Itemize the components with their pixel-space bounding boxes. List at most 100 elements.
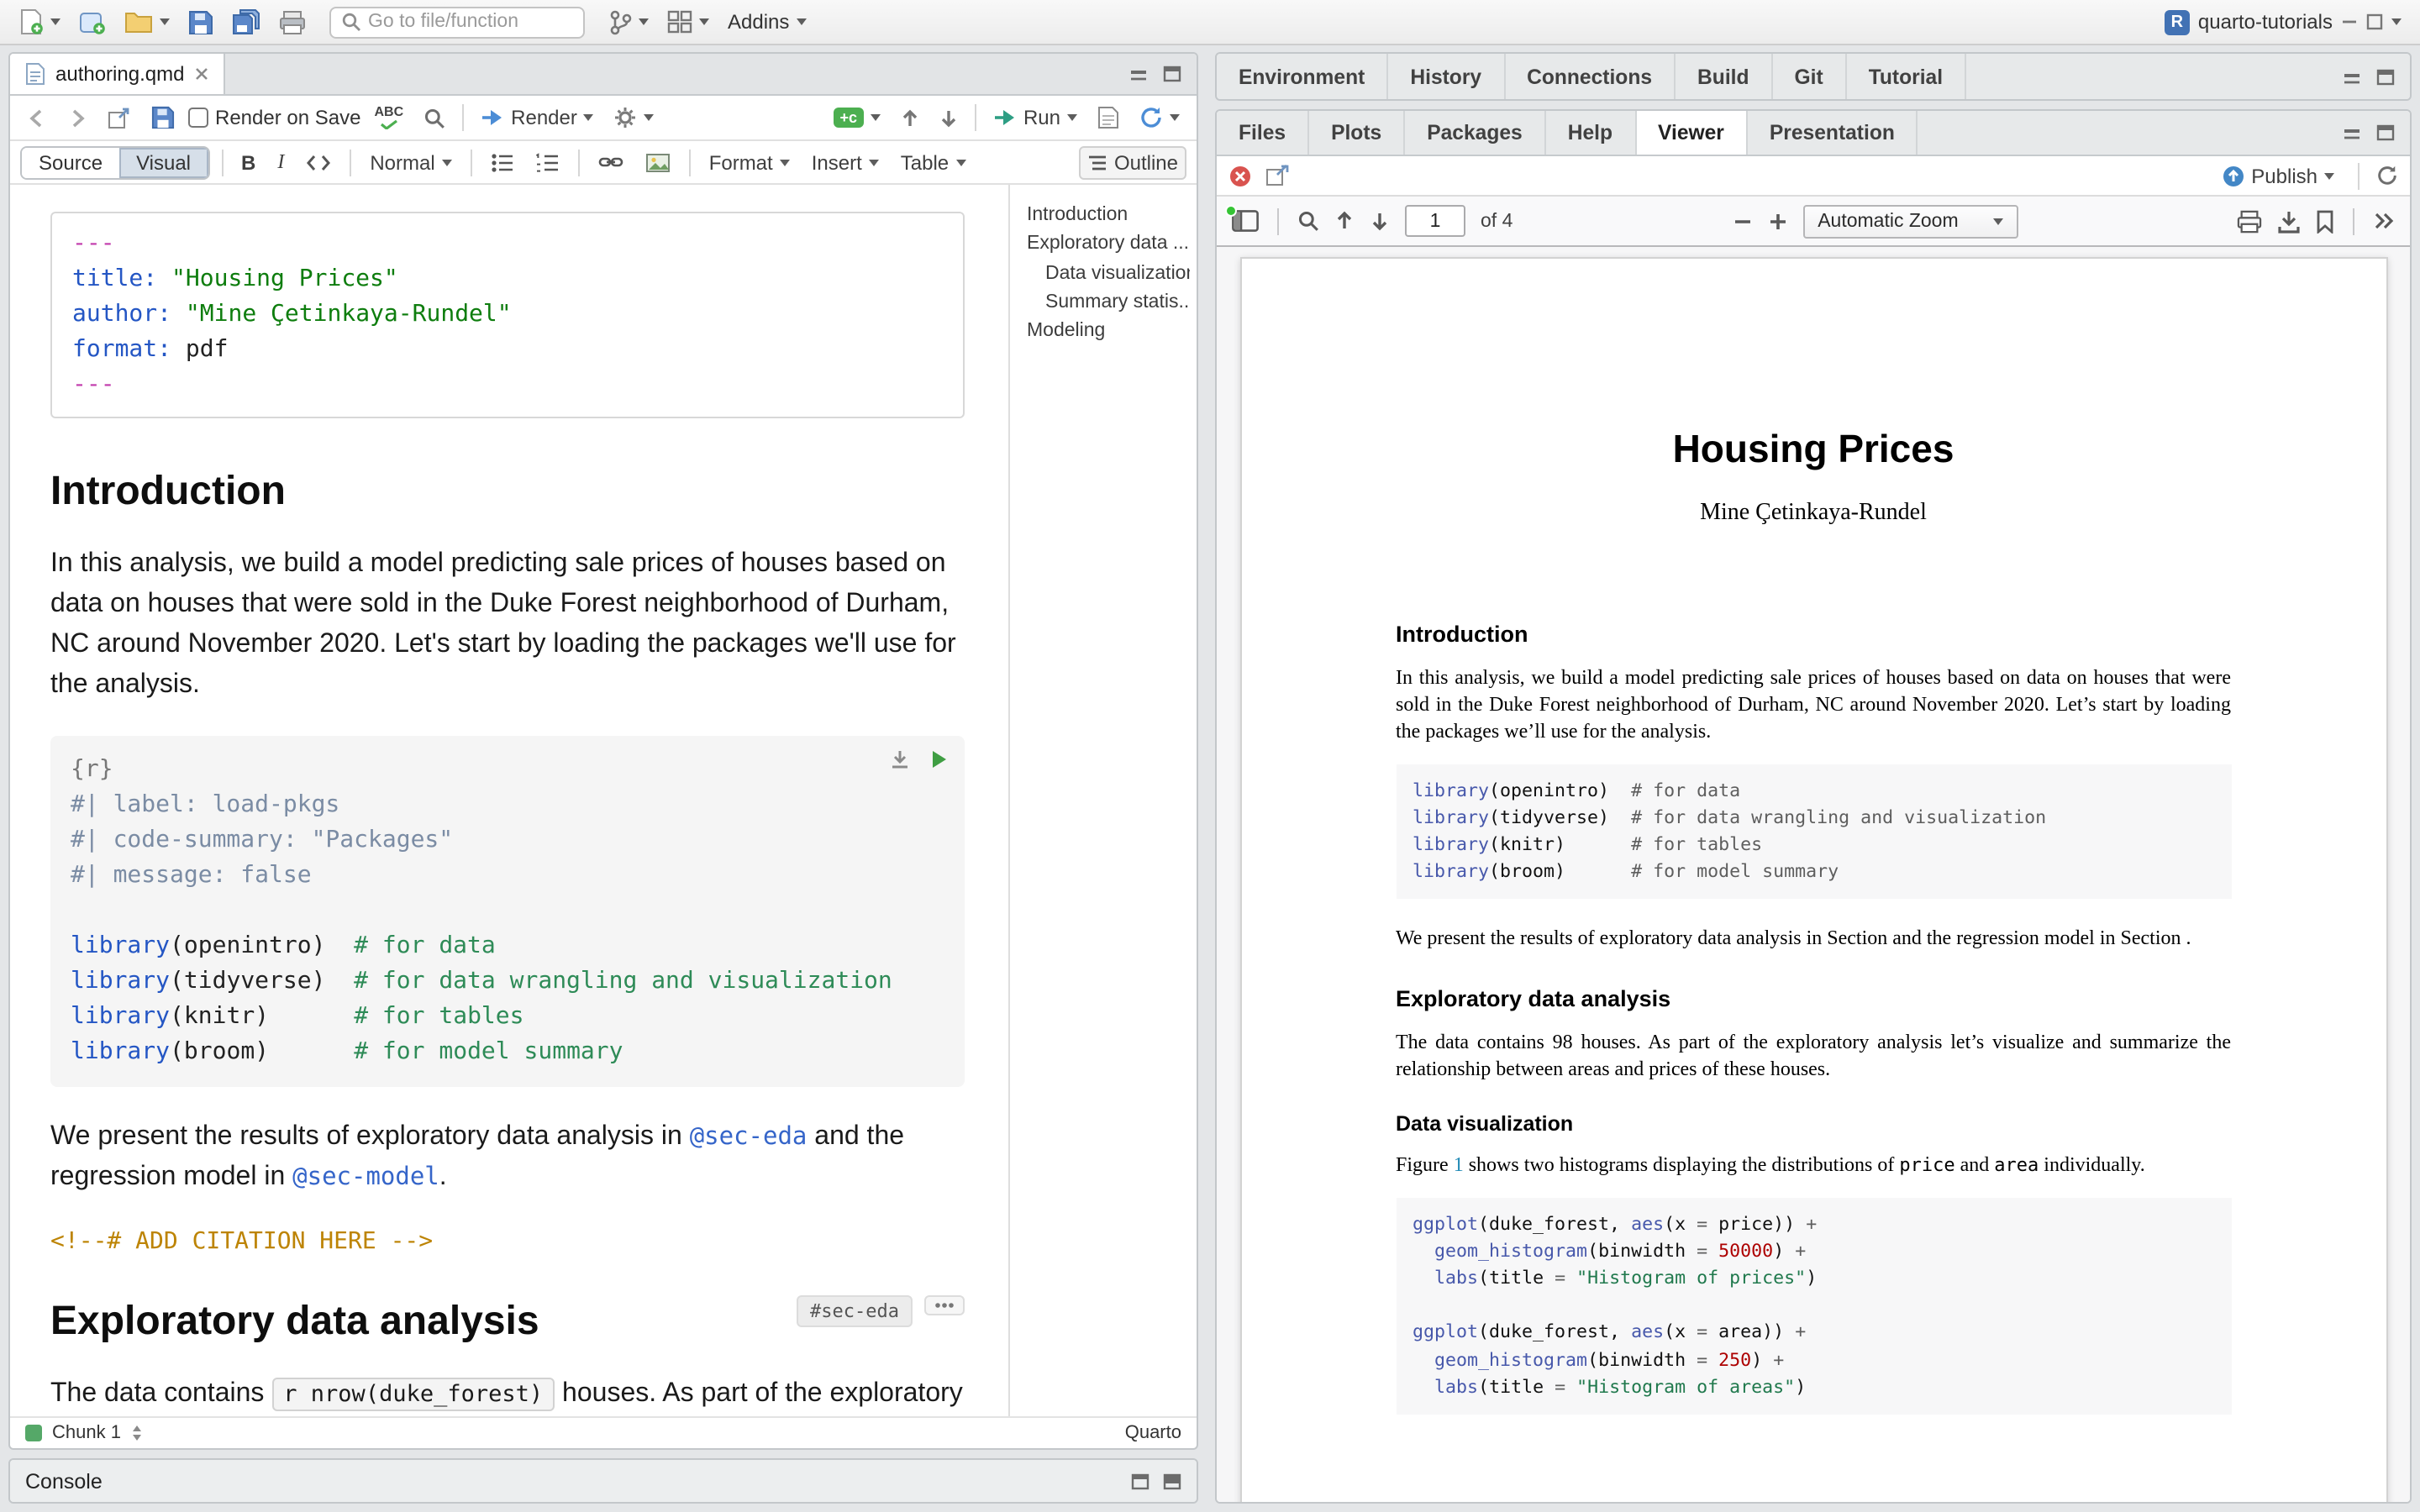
toggle-sidebar-button[interactable] (1232, 210, 1259, 232)
minimize-pane-icon[interactable] (1129, 66, 1148, 82)
tab-packages[interactable]: Packages (1405, 111, 1546, 155)
tab-viewer[interactable]: Viewer (1636, 111, 1748, 155)
visual-mode-button[interactable]: Visual (119, 147, 208, 177)
outline-item-modeling[interactable]: Modeling (1027, 318, 1190, 347)
go-next-section-button[interactable] (933, 105, 965, 130)
new-project-button[interactable] (72, 5, 113, 39)
maximize-pane-icon[interactable] (2376, 124, 2395, 141)
run-button[interactable]: Run (986, 102, 1084, 133)
pdf-page-1: Housing Prices Mine Çetinkaya-Rundel Int… (1239, 257, 2387, 1502)
console-header[interactable]: Console (10, 1460, 1197, 1502)
code-chunk-load-pkgs[interactable]: {r}#| label: load-pkgs#| code-summary: "… (50, 736, 965, 1087)
next-page-button[interactable] (1370, 210, 1390, 232)
go-previous-section-button[interactable] (894, 105, 926, 130)
render-on-save-input[interactable] (188, 108, 208, 128)
pdf-print-button[interactable] (2237, 209, 2262, 233)
maximize-console-icon[interactable] (1163, 1473, 1181, 1489)
outline-item-introduction[interactable]: Introduction (1027, 202, 1190, 231)
run-chunks-above-icon[interactable] (889, 749, 911, 769)
refresh-viewer-button[interactable] (2376, 165, 2398, 186)
zoom-in-button[interactable] (1767, 211, 1787, 231)
outline-toggle-button[interactable]: Outline (1079, 145, 1186, 179)
render-on-save-checkbox[interactable]: Render on Save (188, 106, 360, 129)
link-button[interactable] (592, 151, 630, 173)
render-settings-button[interactable] (608, 102, 661, 133)
source-mode-button[interactable]: Source (22, 147, 119, 177)
goto-file-input[interactable] (368, 12, 573, 32)
pdf-download-button[interactable] (2277, 209, 2301, 233)
addins-label: Addins (728, 10, 789, 34)
save-button[interactable] (182, 6, 220, 38)
publish-button[interactable]: Publish (2214, 160, 2341, 191)
paragraph-style-dropdown[interactable]: Normal (363, 147, 458, 177)
tab-history[interactable]: History (1388, 54, 1505, 99)
open-in-new-window-button[interactable] (101, 103, 138, 132)
open-in-browser-button[interactable] (1265, 165, 1289, 186)
chevron-down-icon (584, 114, 594, 121)
source-document-button[interactable] (1091, 102, 1126, 133)
tab-connections[interactable]: Connections (1505, 54, 1676, 99)
run-chunk-icon[interactable] (931, 749, 948, 769)
rerender-button[interactable] (1133, 102, 1186, 133)
save-document-button[interactable] (145, 102, 182, 133)
italic-button[interactable]: I (271, 146, 291, 178)
visual-editor-canvas[interactable]: ---title: "Housing Prices"author: "Mine … (10, 185, 1008, 1416)
zoom-out-button[interactable] (1732, 211, 1752, 231)
maximize-pane-icon[interactable] (1163, 66, 1181, 82)
addins-button[interactable]: Addins (721, 7, 813, 37)
maximize-pane-icon[interactable] (2376, 68, 2395, 85)
goto-file-search[interactable] (329, 6, 585, 38)
page-number-input[interactable] (1405, 205, 1465, 237)
open-file-button[interactable] (118, 7, 176, 37)
minimize-pane-icon[interactable] (2343, 124, 2361, 141)
tab-files[interactable]: Files (1217, 111, 1309, 155)
tab-environment[interactable]: Environment (1217, 54, 1388, 99)
format-menu[interactable]: Format (702, 147, 797, 177)
chunk-stepper-icon[interactable] (131, 1425, 143, 1441)
bold-button[interactable]: B (234, 147, 262, 177)
yaml-metadata-block[interactable]: ---title: "Housing Prices"author: "Mine … (50, 212, 965, 418)
spellcheck-button[interactable]: ABC (367, 102, 410, 133)
tab-plots[interactable]: Plots (1309, 111, 1405, 155)
image-button[interactable] (639, 149, 677, 176)
print-button[interactable] (272, 6, 313, 38)
pdf-viewport[interactable]: Housing Prices Mine Çetinkaya-Rundel Int… (1217, 247, 2410, 1502)
back-button[interactable] (20, 105, 54, 130)
zoom-level-select[interactable]: Automatic Zoom (1802, 204, 2018, 238)
outline-item-data-visualization[interactable]: Data visualization (1027, 260, 1190, 289)
insert-chunk-button[interactable]: +c (826, 104, 887, 131)
tab-tutorial[interactable]: Tutorial (1847, 54, 1966, 99)
close-icon[interactable] (194, 67, 208, 81)
forward-button[interactable] (60, 105, 94, 130)
new-file-button[interactable] (12, 5, 67, 39)
restore-pane-icon[interactable] (1131, 1473, 1150, 1489)
outline-item-eda[interactable]: Exploratory data ... (1027, 231, 1190, 260)
bullet-list-button[interactable] (484, 149, 521, 176)
tab-presentation[interactable]: Presentation (1748, 111, 1918, 155)
chunk-status-label[interactable]: Chunk 1 (52, 1423, 121, 1443)
save-all-button[interactable] (225, 5, 267, 39)
document-mode-label[interactable]: Quarto (1125, 1423, 1181, 1443)
minimize-pane-icon[interactable] (2343, 68, 2361, 85)
heading-options-button[interactable] (924, 1295, 965, 1315)
tab-build[interactable]: Build (1676, 54, 1773, 99)
more-tools-button[interactable] (2373, 212, 2395, 230)
outline-item-summary-statistics[interactable]: Summary statis... (1027, 289, 1190, 318)
previous-page-button[interactable] (1334, 210, 1355, 232)
clear-viewer-button[interactable] (1228, 164, 1252, 187)
insert-menu[interactable]: Insert (805, 147, 886, 177)
render-button[interactable]: Render (474, 102, 601, 133)
version-control-button[interactable] (602, 6, 655, 38)
pdf-search-button[interactable] (1297, 210, 1319, 232)
workspace-panes-button[interactable] (660, 7, 716, 37)
current-view-bookmark-button[interactable] (2316, 209, 2334, 233)
code-format-button[interactable] (299, 150, 338, 174)
project-menu-button[interactable]: R quarto-tutorials (2158, 6, 2408, 38)
tab-git[interactable]: Git (1773, 54, 1847, 99)
numbered-list-button[interactable] (529, 149, 566, 176)
table-menu[interactable]: Table (894, 147, 972, 177)
pdf-paragraph-intro: In this analysis, we build a model predi… (1396, 664, 2231, 745)
tab-help[interactable]: Help (1546, 111, 1636, 155)
tab-authoring-qmd[interactable]: authoring.qmd (10, 54, 224, 94)
find-replace-button[interactable] (417, 103, 452, 132)
